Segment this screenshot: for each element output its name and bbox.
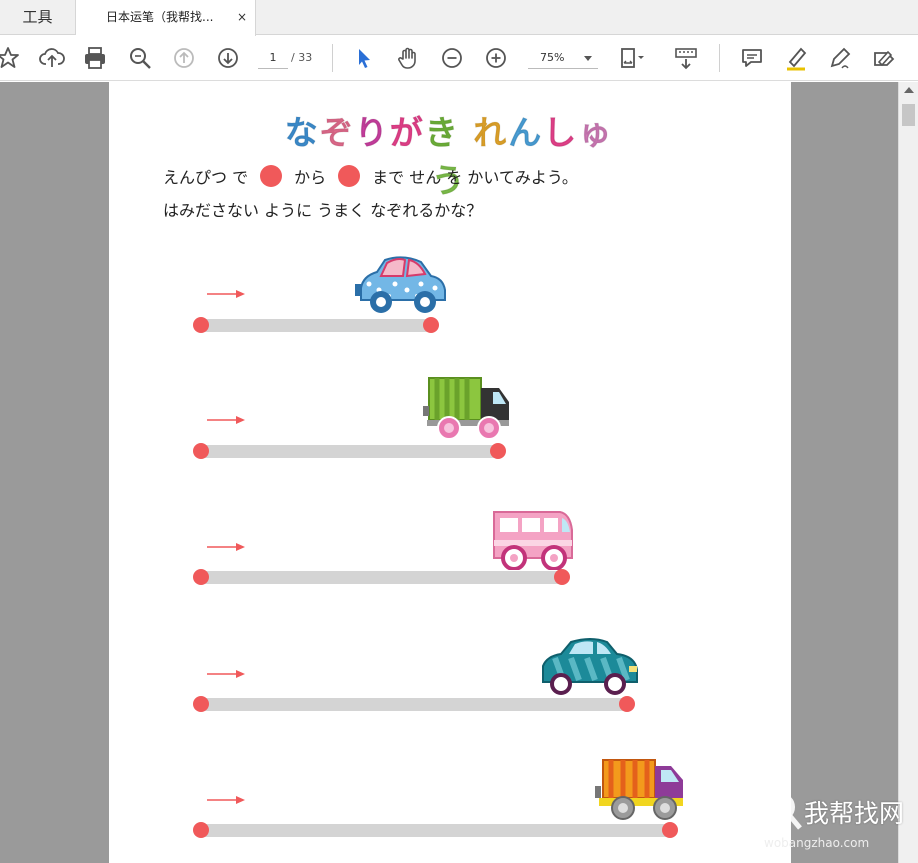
teal-car bbox=[542, 638, 638, 695]
start-point bbox=[193, 822, 209, 838]
end-point bbox=[662, 822, 678, 838]
title-char: き bbox=[424, 113, 460, 153]
fill-sign-icon[interactable] bbox=[870, 44, 898, 72]
arrow-icon bbox=[207, 796, 245, 804]
select-cursor-icon[interactable] bbox=[350, 44, 378, 72]
zoom-in-icon[interactable] bbox=[482, 44, 510, 72]
arrow-icon bbox=[207, 670, 245, 678]
document-viewport[interactable]: なぞりがき れんしゅう えんぴつ で から まで せん を かいてみよう。 はみ… bbox=[0, 82, 898, 863]
previous-page-icon[interactable] bbox=[170, 44, 198, 72]
document-page: なぞりがき れんしゅう えんぴつ で から まで せん を かいてみよう。 はみ… bbox=[109, 82, 791, 863]
tab-tools[interactable]: 工具 bbox=[0, 0, 76, 35]
keyboard-scroll-icon[interactable] bbox=[672, 44, 700, 72]
pink-bus bbox=[493, 511, 573, 570]
next-page-icon[interactable] bbox=[214, 44, 242, 72]
end-point bbox=[619, 696, 635, 712]
upload-cloud-icon[interactable] bbox=[38, 44, 66, 72]
title-char: し bbox=[543, 113, 579, 153]
trace-track bbox=[201, 445, 498, 458]
instruction-part-a: えんぴつ で bbox=[163, 168, 249, 187]
toolbar-separator bbox=[719, 44, 720, 72]
zoom-select[interactable]: 75% bbox=[528, 47, 598, 69]
instruction-part-c: まで せん を かいてみよう。 bbox=[372, 168, 578, 187]
start-point bbox=[193, 569, 209, 585]
toolbar: / 33 75% bbox=[0, 36, 918, 81]
highlight-pen-icon[interactable] bbox=[782, 44, 810, 72]
close-tab-icon[interactable]: × bbox=[237, 0, 247, 34]
page-number-input[interactable] bbox=[258, 47, 288, 69]
start-dot-sample bbox=[260, 165, 283, 187]
green-truck bbox=[423, 377, 509, 440]
start-point bbox=[193, 317, 209, 333]
title-char bbox=[460, 113, 474, 152]
fit-page-icon[interactable] bbox=[616, 44, 644, 72]
title-char: ぞ bbox=[319, 113, 355, 153]
magnifier-logo-icon bbox=[767, 793, 802, 830]
watermark: 我帮找网 wobangzhao.com bbox=[762, 790, 912, 860]
toolbar-separator bbox=[332, 44, 333, 72]
watermark-title: 我帮找网 bbox=[804, 799, 905, 828]
tab-document-label: 日本运笔（我帮找... bbox=[106, 10, 214, 24]
trace-track bbox=[201, 571, 562, 584]
arrow-icon bbox=[207, 416, 245, 424]
title-char: な bbox=[284, 113, 320, 153]
end-point bbox=[490, 443, 506, 459]
orange-dump-truck bbox=[595, 759, 683, 820]
instruction-line-2: はみださない ように うまく なぞれるかな？ bbox=[163, 201, 483, 220]
blue-polka-dot-car bbox=[355, 256, 446, 313]
zoom-search-icon[interactable] bbox=[126, 44, 154, 72]
page-total: / 33 bbox=[291, 51, 313, 64]
instruction-line-1: えんぴつ で から まで せん を かいてみよう。 bbox=[163, 164, 578, 188]
end-dot-sample bbox=[338, 165, 361, 187]
title-char: ゅ bbox=[578, 113, 614, 153]
watermark-url: wobangzhao.com bbox=[764, 836, 870, 850]
start-point bbox=[193, 443, 209, 459]
instruction-part-b: から bbox=[294, 168, 327, 187]
tab-document[interactable]: 日本运笔（我帮找... × bbox=[76, 0, 256, 36]
sign-pen-icon[interactable] bbox=[826, 44, 854, 72]
vertical-scrollbar[interactable] bbox=[898, 82, 918, 863]
trace-track bbox=[201, 698, 627, 711]
scroll-up-icon[interactable] bbox=[904, 87, 914, 93]
arrow-icon bbox=[207, 290, 245, 298]
title-char: り bbox=[354, 113, 390, 153]
trace-track bbox=[201, 319, 431, 332]
trace-track bbox=[201, 824, 670, 837]
end-point bbox=[423, 317, 439, 333]
title-char: が bbox=[389, 113, 425, 153]
bookmark-star-icon[interactable] bbox=[0, 44, 22, 72]
arrow-icon bbox=[207, 543, 245, 551]
title-char: れ bbox=[473, 113, 509, 153]
zoom-value: 75% bbox=[540, 51, 565, 64]
start-point bbox=[193, 696, 209, 712]
hand-tool-icon[interactable] bbox=[394, 44, 422, 72]
chevron-down-icon bbox=[584, 56, 592, 61]
zoom-out-icon[interactable] bbox=[438, 44, 466, 72]
title-char: ん bbox=[508, 113, 544, 153]
comment-icon[interactable] bbox=[738, 44, 766, 72]
print-icon[interactable] bbox=[81, 44, 109, 72]
tab-bar: 工具 日本运笔（我帮找... × bbox=[0, 0, 918, 36]
pdf-viewer-window: 工具 日本运笔（我帮找... × / 33 bbox=[0, 0, 918, 863]
scrollbar-thumb[interactable] bbox=[902, 104, 915, 126]
end-point bbox=[554, 569, 570, 585]
